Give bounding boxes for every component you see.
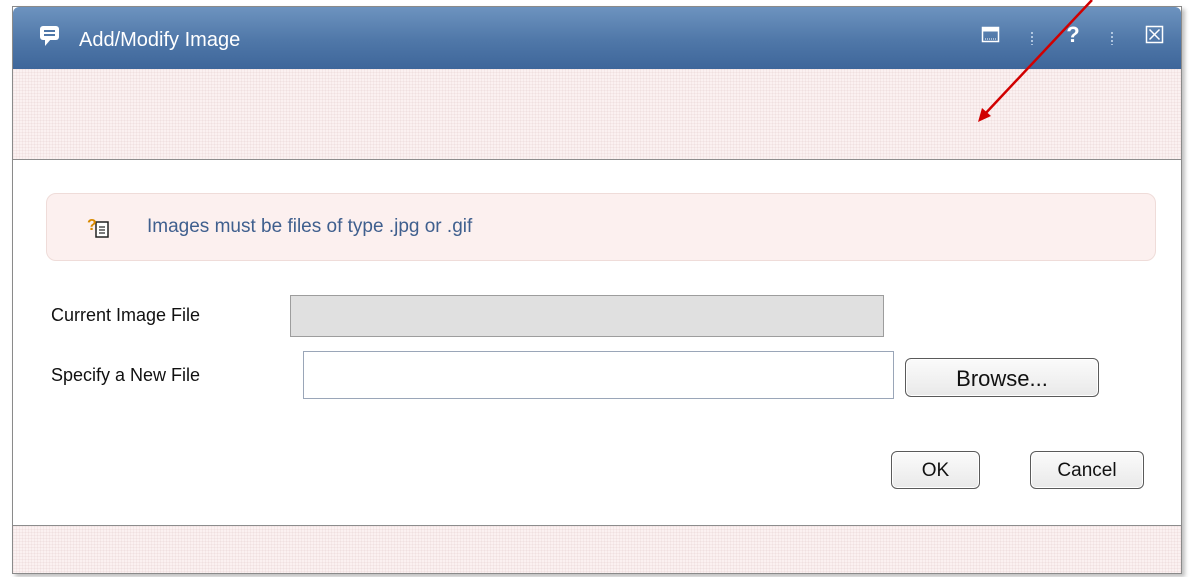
new-file-path-input[interactable]: [303, 351, 894, 399]
close-icon[interactable]: [1145, 25, 1165, 45]
ok-button[interactable]: OK: [891, 451, 980, 489]
dialog-title: Add/Modify Image: [79, 29, 241, 51]
speech-bubble-icon: [39, 25, 61, 47]
cancel-button[interactable]: Cancel: [1030, 451, 1144, 489]
question-note-icon: ?: [87, 216, 109, 240]
browse-button[interactable]: Browse...: [905, 358, 1099, 397]
new-file-label: Specify a New File: [51, 365, 201, 385]
info-message: Images must be files of type .jpg or .gi…: [147, 216, 473, 237]
svg-text:?: ?: [87, 217, 97, 234]
dialog-toolbar-area: [13, 69, 1181, 160]
current-image-file-field: [290, 295, 884, 337]
info-message-box: ? Images must be files of type .jpg or .…: [46, 193, 1156, 261]
dialog-titlebar[interactable]: Add/Modify Image ?: [13, 7, 1181, 69]
dialog-footer-area: [13, 525, 1181, 573]
help-icon[interactable]: ?: [1063, 24, 1083, 46]
current-image-file-label: Current Image File: [51, 305, 201, 325]
titlebar-separator: [1111, 31, 1113, 45]
window-restore-icon[interactable]: [981, 25, 1001, 45]
titlebar-separator: [1031, 31, 1033, 45]
add-modify-image-dialog: Add/Modify Image ? ? Images must be file…: [12, 6, 1182, 574]
